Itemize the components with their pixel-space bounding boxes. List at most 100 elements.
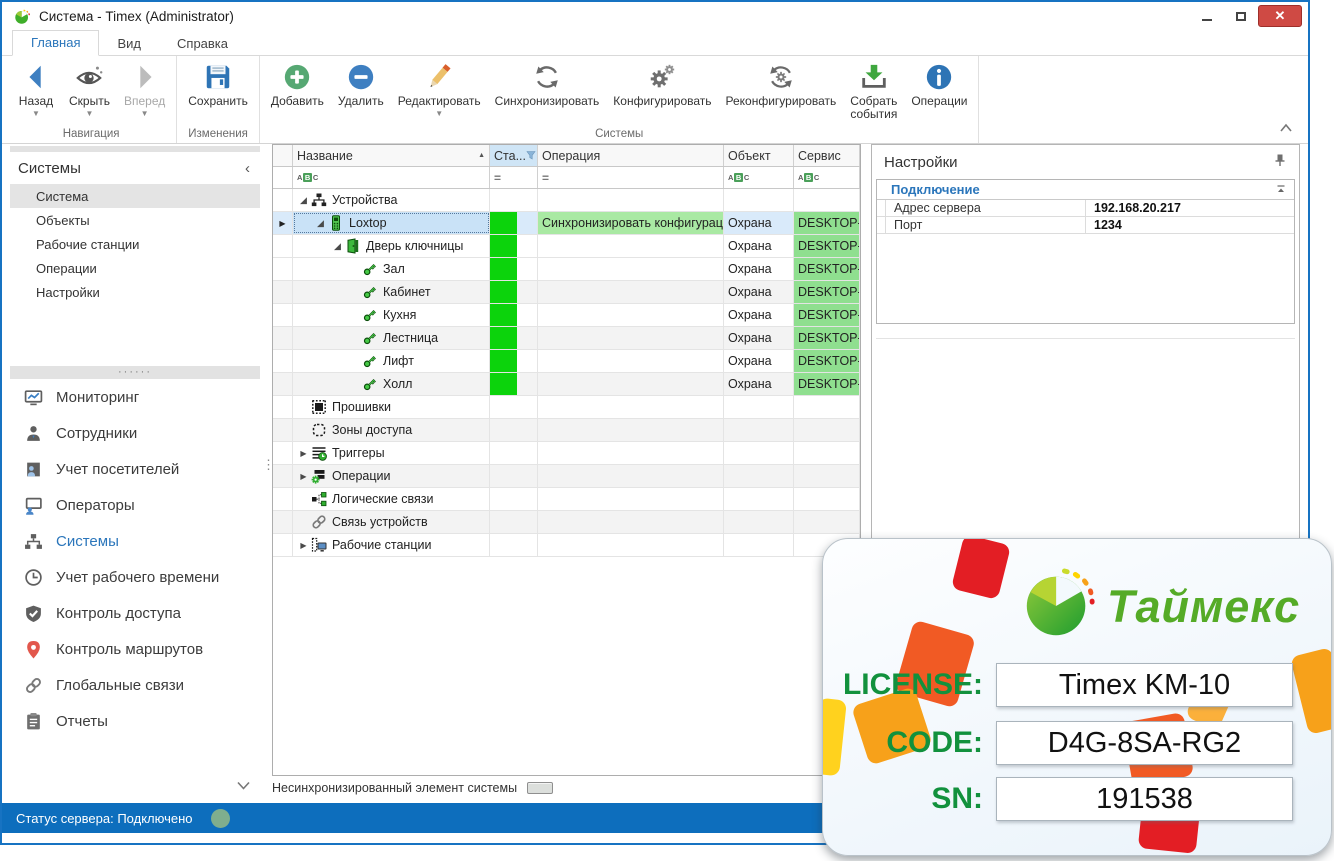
table-row-Дверь ключницы[interactable]: ◢Дверь ключницыОхранаDESKTOP-... [273, 235, 860, 258]
sidebar-collapse-button[interactable]: ‹ [245, 160, 250, 177]
filter-cell-service[interactable]: ABC [794, 167, 860, 188]
minimize-button[interactable] [1190, 6, 1224, 26]
module-item-systems[interactable]: Системы [10, 523, 260, 559]
close-icon: ✕ [1275, 8, 1286, 24]
tree-cell-Зоны доступа[interactable]: Зоны доступа [293, 419, 490, 441]
ribbon-button-collect-events[interactable]: Собрать события [843, 58, 904, 121]
module-item-employees[interactable]: Сотрудники [10, 415, 260, 451]
module-item-monitoring[interactable]: Мониторинг [10, 379, 260, 415]
abc-filter-icon: ABC [798, 173, 819, 182]
ribbon-button-reconfigure[interactable]: Реконфигурировать [719, 58, 844, 108]
tree-cell-Триггеры[interactable]: ▶Триггеры [293, 442, 490, 464]
tree-cell-Устройства[interactable]: ◢Устройства [293, 189, 490, 211]
module-item-route-control[interactable]: Контроль маршрутов [10, 631, 260, 667]
module-item-reports[interactable]: Отчеты [10, 703, 260, 739]
sidebar-splitter[interactable]: ······ [10, 366, 260, 379]
table-row-Прошивки[interactable]: Прошивки [273, 396, 860, 419]
table-row-Операции[interactable]: ▶Операции [273, 465, 860, 488]
tree-cell-Операции[interactable]: ▶Операции [293, 465, 490, 487]
column-header-service[interactable]: Сервис [794, 145, 860, 166]
module-item-global-links[interactable]: Глобальные связи [10, 667, 260, 703]
brand-logo: Таймекс [1019, 565, 1300, 648]
maximize-button[interactable] [1224, 6, 1258, 26]
collapse-node-icon[interactable]: ◢ [314, 218, 327, 229]
tree-cell-Дверь ключницы[interactable]: ◢Дверь ключницы [293, 235, 490, 257]
tab-help[interactable]: Справка [159, 32, 246, 56]
tree-cell-Связь устройств[interactable]: Связь устройств [293, 511, 490, 533]
tree-cell-Лестница[interactable]: Лестница [293, 327, 490, 349]
column-header-object[interactable]: Объект [724, 145, 794, 166]
column-header-name[interactable]: Название▲ [293, 145, 490, 166]
module-list: МониторингСотрудникиУчет посетителейОпер… [10, 379, 260, 739]
tree-cell-Кабинет[interactable]: Кабинет [293, 281, 490, 303]
workstation-icon [311, 537, 328, 554]
tab-home[interactable]: Главная [12, 30, 99, 56]
table-row-Холл[interactable]: ХоллОхранаDESKTOP-... [273, 373, 860, 396]
table-row-Loxtop[interactable]: ▶◢LoxtopСинхронизировать конфигурациюОхр… [273, 212, 860, 235]
close-button[interactable]: ✕ [1258, 5, 1302, 27]
license-field-value: 191538 [996, 777, 1293, 821]
tree-cell-Лифт[interactable]: Лифт [293, 350, 490, 372]
filter-cell-status[interactable]: = [490, 167, 538, 188]
table-row-Рабочие станции[interactable]: ▶Рабочие станции [273, 534, 860, 557]
key-icon [362, 353, 379, 370]
table-row-Связь устройств[interactable]: Связь устройств [273, 511, 860, 534]
modules-collapse-button[interactable] [237, 777, 250, 795]
ribbon-button-edit[interactable]: Редактировать▼ [391, 58, 488, 118]
ribbon-button-configure[interactable]: Конфигурировать [606, 58, 718, 108]
expand-node-icon[interactable]: ▶ [297, 541, 310, 550]
tree-cell-Холл[interactable]: Холл [293, 373, 490, 395]
sidebar-item-Объекты[interactable]: Объекты [10, 208, 260, 232]
ribbon-button-hide[interactable]: Скрыть▼ [62, 58, 117, 118]
sidebar-item-Система[interactable]: Система [10, 184, 260, 208]
table-row-Лестница[interactable]: ЛестницаОхранаDESKTOP-... [273, 327, 860, 350]
sidebar-item-Операции[interactable]: Операции [10, 256, 260, 280]
ribbon-collapse-button[interactable] [1280, 119, 1292, 137]
tree-cell-Кухня[interactable]: Кухня [293, 304, 490, 326]
tree-cell-Прошивки[interactable]: Прошивки [293, 396, 490, 418]
tree-cell-Loxtop[interactable]: ◢Loxtop [293, 212, 490, 234]
module-item-operators[interactable]: Операторы [10, 487, 260, 523]
collapse-node-icon[interactable]: ◢ [297, 195, 310, 206]
column-header-status[interactable]: Ста... [490, 145, 538, 166]
module-item-time-tracking[interactable]: Учет рабочего времени [10, 559, 260, 595]
sidebar-item-Рабочие станции[interactable]: Рабочие станции [10, 232, 260, 256]
module-item-access-control[interactable]: Контроль доступа [10, 595, 260, 631]
sync-icon [532, 62, 562, 92]
ribbon-button-delete[interactable]: Удалить [331, 58, 391, 108]
table-row-Логические связи[interactable]: Логические связи [273, 488, 860, 511]
table-row-Кухня[interactable]: КухняОхранаDESKTOP-... [273, 304, 860, 327]
ribbon-button-operations[interactable]: Операции [904, 58, 974, 108]
settings-group-row[interactable]: Подключение [877, 180, 1294, 200]
ribbon-button-add[interactable]: Добавить [264, 58, 331, 108]
table-row-Устройства[interactable]: ◢Устройства [273, 189, 860, 212]
tab-view[interactable]: Вид [99, 32, 159, 56]
pin-icon[interactable] [1273, 153, 1287, 171]
filter-cell-operation[interactable]: = [538, 167, 724, 188]
tree-cell-Логические связи[interactable]: Логические связи [293, 488, 490, 510]
tree-cell-Рабочие станции[interactable]: ▶Рабочие станции [293, 534, 490, 556]
save-icon [203, 62, 233, 92]
links-icon [24, 675, 44, 695]
ribbon-button-save[interactable]: Сохранить [181, 58, 255, 108]
table-row-Кабинет[interactable]: КабинетОхранаDESKTOP-... [273, 281, 860, 304]
property-value[interactable]: 1234 [1086, 217, 1294, 233]
property-value[interactable]: 192.168.20.217 [1086, 200, 1294, 216]
table-row-Зоны доступа[interactable]: Зоны доступа [273, 419, 860, 442]
table-row-Триггеры[interactable]: ▶Триггеры [273, 442, 860, 465]
ribbon-button-back[interactable]: Назад▼ [10, 58, 62, 118]
expand-node-icon[interactable]: ▶ [297, 449, 310, 458]
column-header-operation[interactable]: Операция [538, 145, 724, 166]
module-item-visitors[interactable]: Учет посетителей [10, 451, 260, 487]
sidebar-item-Настройки[interactable]: Настройки [10, 280, 260, 304]
filter-cell-name[interactable]: ABC [293, 167, 490, 188]
collapse-node-icon[interactable]: ◢ [331, 241, 344, 252]
table-row-Лифт[interactable]: ЛифтОхранаDESKTOP-... [273, 350, 860, 373]
group-collapse-icon[interactable] [1276, 182, 1286, 197]
filter-cell-indicator[interactable] [273, 167, 293, 188]
tree-cell-Зал[interactable]: Зал [293, 258, 490, 280]
ribbon-button-synchronize[interactable]: Синхронизировать [488, 58, 607, 108]
table-row-Зал[interactable]: ЗалОхранаDESKTOP-... [273, 258, 860, 281]
filter-cell-object[interactable]: ABC [724, 167, 794, 188]
expand-node-icon[interactable]: ▶ [297, 472, 310, 481]
